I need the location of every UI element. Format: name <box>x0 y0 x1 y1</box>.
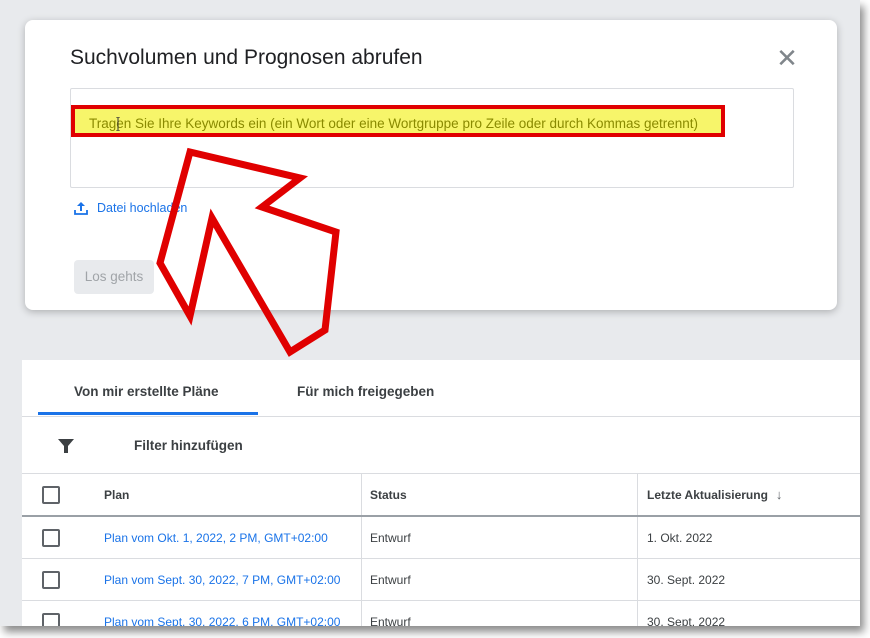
filter-icon[interactable] <box>57 437 75 455</box>
plans-table: Plan Status Letzte Aktualisierung ↓ Plan… <box>22 474 860 626</box>
text-cursor-icon <box>116 117 120 131</box>
plan-status: Entwurf <box>361 601 636 626</box>
plan-link[interactable]: Plan vom Okt. 1, 2022, 2 PM, GMT+02:00 <box>104 531 328 545</box>
column-header-status[interactable]: Status <box>361 474 636 515</box>
keywords-placeholder: Tragen Sie Ihre Keywords ein (ein Wort o… <box>89 116 699 131</box>
column-header-updated[interactable]: Letzte Aktualisierung ↓ <box>637 474 860 515</box>
add-filter-button[interactable]: Filter hinzufügen <box>134 438 243 453</box>
highlighted-placeholder: Tragen Sie Ihre Keywords ein (ein Wort o… <box>71 105 725 137</box>
close-icon[interactable]: ✕ <box>773 44 801 72</box>
table-row: Plan vom Sept. 30, 2022, 6 PM, GMT+02:00… <box>22 601 860 626</box>
active-tab-indicator <box>38 412 258 415</box>
column-header-updated-label: Letzte Aktualisierung <box>647 487 768 502</box>
table-header-row: Plan Status Letzte Aktualisierung ↓ <box>22 474 860 517</box>
row-checkbox[interactable] <box>42 528 60 547</box>
upload-label: Datei hochladen <box>97 201 188 215</box>
plan-status: Entwurf <box>361 559 636 600</box>
plans-panel: Von mir erstellte Pläne Für mich freigeg… <box>22 360 860 626</box>
column-header-plan[interactable]: Plan <box>104 474 360 515</box>
table-row: Plan vom Okt. 1, 2022, 2 PM, GMT+02:00 E… <box>22 517 860 559</box>
tab-shared-with-me[interactable]: Für mich freigegeben <box>297 384 434 399</box>
plan-updated: 30. Sept. 2022 <box>637 559 860 600</box>
table-row: Plan vom Sept. 30, 2022, 7 PM, GMT+02:00… <box>22 559 860 601</box>
plan-link[interactable]: Plan vom Sept. 30, 2022, 7 PM, GMT+02:00 <box>104 573 340 587</box>
keyword-dialog: Suchvolumen und Prognosen abrufen ✕ Trag… <box>25 20 837 310</box>
filter-row: Filter hinzufügen <box>22 417 860 474</box>
app-frame: Suchvolumen und Prognosen abrufen ✕ Trag… <box>0 0 860 626</box>
plan-status: Entwurf <box>361 517 636 558</box>
upload-file-link[interactable]: Datei hochladen <box>73 200 187 216</box>
keywords-textarea[interactable]: Tragen Sie Ihre Keywords ein (ein Wort o… <box>70 88 794 188</box>
arrow-down-icon[interactable]: ↓ <box>776 487 783 502</box>
upload-icon <box>74 202 88 215</box>
tab-bar: Von mir erstellte Pläne Für mich freigeg… <box>22 360 860 417</box>
select-all-checkbox[interactable] <box>42 485 60 504</box>
row-checkbox[interactable] <box>42 570 60 589</box>
plan-link[interactable]: Plan vom Sept. 30, 2022, 6 PM, GMT+02:00 <box>104 615 340 627</box>
dialog-title: Suchvolumen und Prognosen abrufen <box>70 46 423 69</box>
row-checkbox[interactable] <box>42 612 60 626</box>
go-button[interactable]: Los gehts <box>74 260 154 294</box>
tab-my-plans[interactable]: Von mir erstellte Pläne <box>74 384 219 399</box>
plan-updated: 30. Sept. 2022 <box>637 601 860 626</box>
plan-updated: 1. Okt. 2022 <box>637 517 860 558</box>
